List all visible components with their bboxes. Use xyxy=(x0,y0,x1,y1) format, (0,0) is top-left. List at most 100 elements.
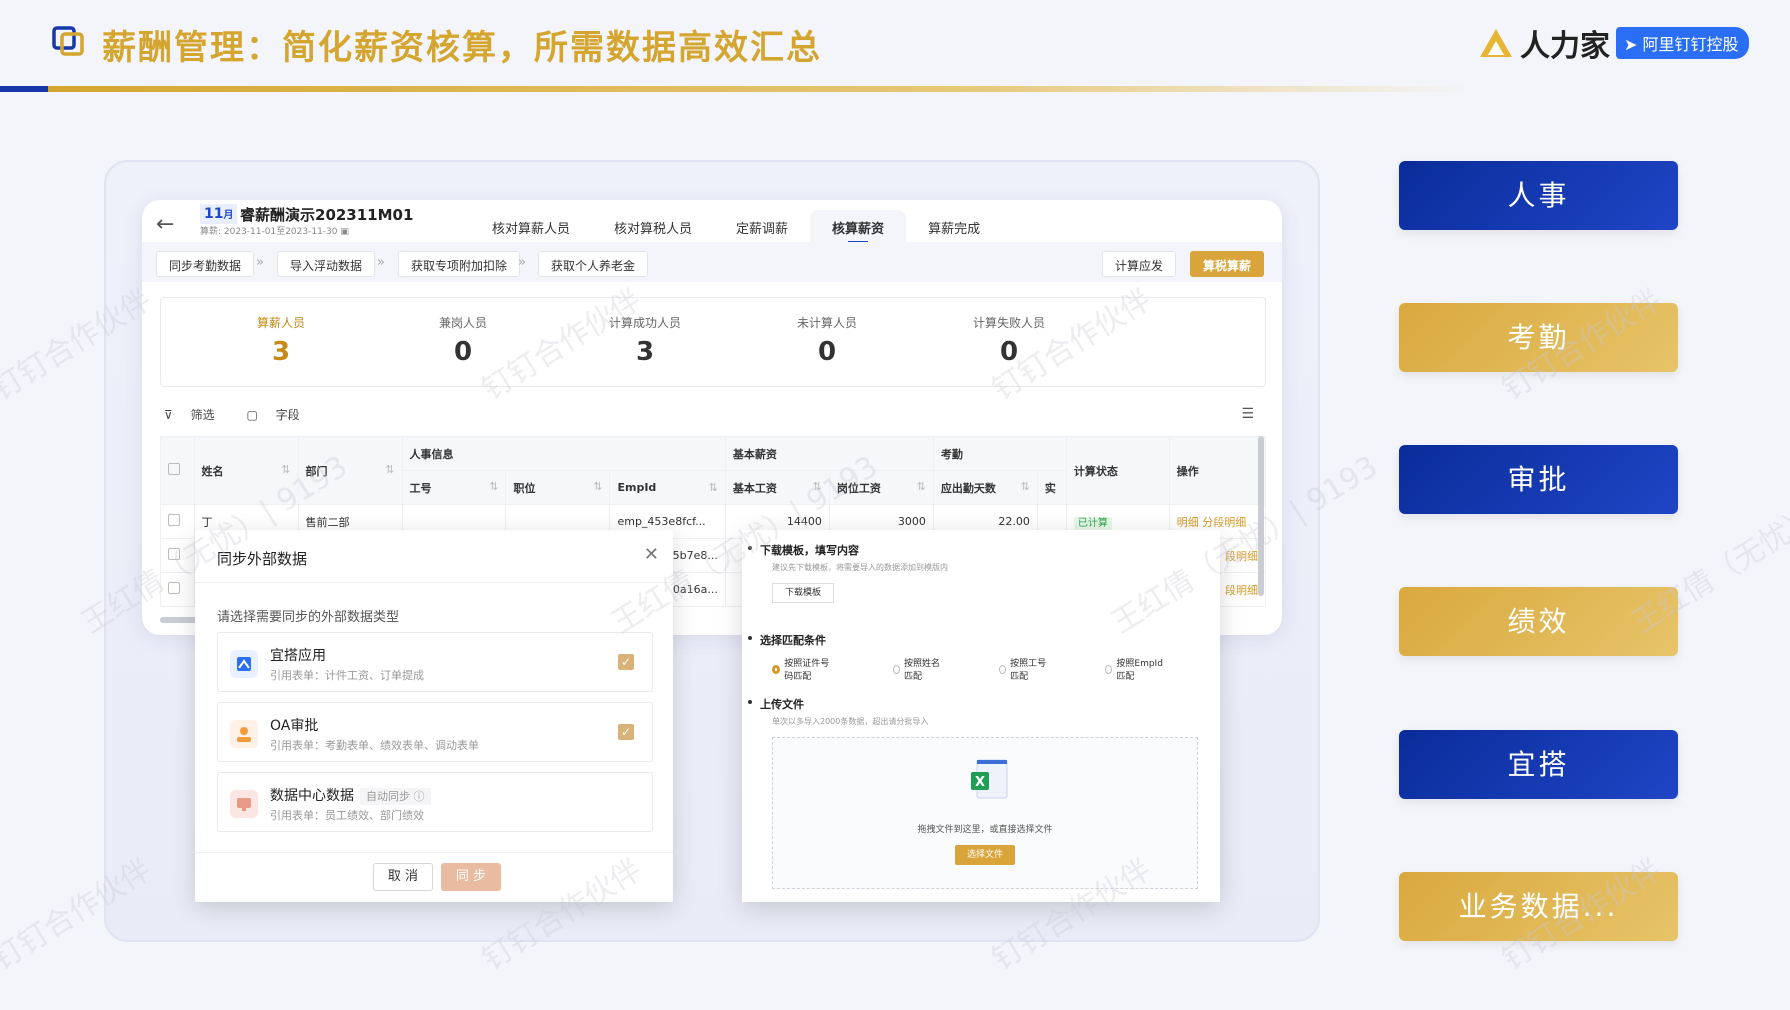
sort-icon[interactable]: ⇅ xyxy=(281,463,290,476)
col-emp-no-label: 工号 xyxy=(409,481,432,495)
radio-empid[interactable]: 按照EmpId匹配 xyxy=(1105,656,1192,682)
col-base-pay[interactable]: 基本工资 ⇅ xyxy=(724,470,830,505)
col-position-label: 职位 xyxy=(513,481,536,495)
back-arrow-icon[interactable]: ← xyxy=(156,212,174,237)
get-deductions-button[interactable]: 获取专项附加扣除 xyxy=(398,251,521,277)
payroll-title: 睿薪酬演示202311M01 xyxy=(240,206,414,224)
fields-button[interactable]: ▢ 字段 xyxy=(246,408,313,422)
sort-icon[interactable]: ⇅ xyxy=(1021,480,1030,493)
tab-verify-payroll-staff[interactable]: 核对算薪人员 xyxy=(470,210,592,245)
stat-payroll-staff[interactable]: 算薪人员 3 xyxy=(221,314,341,367)
stat-value: 0 xyxy=(999,337,1019,367)
step-download-desc: 建议先下载模板，将需要导入的数据添加到模版内 xyxy=(772,563,948,572)
option-data-center[interactable]: 数据中心数据 自动同步 ⓘ 引用表单：员工绩效、部门绩效 xyxy=(217,772,653,832)
filter-bar: ⊽ 筛选 ▢ 字段 xyxy=(164,406,328,423)
radio-label: 按照EmpId匹配 xyxy=(1116,659,1163,682)
option-checkbox[interactable]: ✓ xyxy=(618,654,634,670)
col-dept-label: 部门 xyxy=(305,464,328,478)
stat-value: 3 xyxy=(271,337,291,367)
nav-performance[interactable]: 绩效 xyxy=(1399,587,1678,656)
col-base-pay-label: 基本工资 xyxy=(732,481,777,495)
sync-button[interactable]: 同 步 xyxy=(441,863,501,891)
nav-yida[interactable]: 宜搭 xyxy=(1399,730,1678,799)
radio-label: 按照工号匹配 xyxy=(1010,659,1047,682)
calc-tax-salary-button[interactable]: 算税算薪 xyxy=(1190,251,1265,277)
tab-payroll-complete[interactable]: 算薪完成 xyxy=(906,210,1002,245)
option-checkbox[interactable]: ✓ xyxy=(618,724,634,740)
col-status: 计算状态 xyxy=(1065,436,1170,505)
close-icon[interactable]: ✕ xyxy=(644,544,659,565)
sort-icon[interactable]: ⇅ xyxy=(709,481,718,494)
col-empid[interactable]: EmpId ⇅ xyxy=(609,470,726,505)
data-center-icon xyxy=(230,790,258,818)
sort-icon[interactable]: ⇅ xyxy=(385,463,394,476)
vertical-scrollbar[interactable] xyxy=(1258,436,1264,596)
col-post-pay[interactable]: 岗位工资 ⇅ xyxy=(828,470,934,505)
row-checkbox[interactable] xyxy=(168,514,180,526)
calendar-icon[interactable]: ▣ xyxy=(340,227,349,237)
header-divider xyxy=(0,86,1470,92)
info-icon[interactable]: ⓘ xyxy=(414,790,425,803)
row-select-cell xyxy=(160,504,195,539)
group-attendance: 考勤 xyxy=(932,436,1067,471)
stat-failed-staff[interactable]: 计算失败人员 0 xyxy=(949,314,1069,367)
file-drop-zone[interactable]: X 拖拽文件到这里，或直接选择文件 选择文件 xyxy=(772,737,1198,889)
option-oa-approval[interactable]: OA审批 引用表单：考勤表单、绩效表单、调动表单 ✓ xyxy=(217,702,653,762)
select-all-checkbox[interactable] xyxy=(168,463,180,475)
tab-salary-adjust[interactable]: 定薪调薪 xyxy=(714,210,810,245)
step-tabs: 核对算薪人员 核对算税人员 定薪调薪 核算薪资 算薪完成 xyxy=(470,210,1002,245)
row-checkbox[interactable] xyxy=(168,582,180,594)
tab-calculate-salary[interactable]: 核算薪资 xyxy=(810,210,907,245)
segment-detail-link[interactable]: 分段明细 xyxy=(1202,516,1246,529)
radio-id-number[interactable]: 按照证件号码匹配 xyxy=(772,656,865,682)
brand-logo: 人力家 ➤ 阿里钉钉控股 xyxy=(1478,26,1749,64)
import-floating-button[interactable]: 导入浮动数据 xyxy=(277,251,376,277)
radio-dot xyxy=(772,664,781,674)
col-emp-no[interactable]: 工号 ⇅ xyxy=(401,470,507,505)
nav-business-data[interactable]: 业务数据... xyxy=(1399,872,1678,941)
download-template-button[interactable]: 下载模板 xyxy=(772,583,834,603)
radio-emp-no[interactable]: 按照工号匹配 xyxy=(999,656,1077,682)
detail-link[interactable]: 明细 xyxy=(1177,516,1199,529)
title-logo-icon xyxy=(52,26,84,56)
nav-hr[interactable]: 人事 xyxy=(1399,161,1678,230)
table-header-row: 姓名 ⇅ 部门 ⇅ 人事信息 基本薪资 考勤 计算状态 操作 xyxy=(160,436,1267,505)
tab-verify-tax-staff[interactable]: 核对算税人员 xyxy=(592,210,714,245)
sort-icon[interactable]: ⇅ xyxy=(917,480,926,493)
segment-detail-link[interactable]: 段明细 xyxy=(1225,550,1258,563)
sort-icon[interactable]: ⇅ xyxy=(593,480,602,493)
filter-label: 筛选 xyxy=(190,408,215,422)
sort-icon[interactable]: ⇅ xyxy=(813,480,822,493)
col-dept[interactable]: 部门 ⇅ xyxy=(297,436,403,505)
choose-file-button[interactable]: 选择文件 xyxy=(955,845,1015,865)
group-base-salary: 基本薪资 xyxy=(724,436,934,471)
stat-label: 算薪人员 xyxy=(256,316,305,330)
radio-dot xyxy=(892,664,900,674)
get-pension-button[interactable]: 获取个人养老金 xyxy=(538,251,649,277)
col-empid-label: EmpId xyxy=(617,481,657,494)
stat-success-staff[interactable]: 计算成功人员 3 xyxy=(585,314,705,367)
sync-attendance-button[interactable]: 同步考勤数据 xyxy=(156,251,255,277)
sort-icon[interactable]: ⇅ xyxy=(489,480,498,493)
option-yida-app[interactable]: 宜搭应用 引用表单：计件工资、订单提成 ✓ xyxy=(217,632,653,692)
cancel-button[interactable]: 取 消 xyxy=(373,863,433,891)
option-name: OA审批 xyxy=(270,718,319,734)
oa-approval-icon xyxy=(230,720,258,748)
radio-name[interactable]: 按照姓名匹配 xyxy=(892,656,971,682)
import-upload-dialog: 下载模板，填写内容 建议先下载模板，将需要导入的数据添加到模版内 下载模板 选择… xyxy=(742,530,1220,902)
stat-uncalculated-staff[interactable]: 未计算人员 0 xyxy=(767,314,887,367)
calc-payable-button[interactable]: 计算应发 xyxy=(1102,251,1177,277)
nav-approval[interactable]: 审批 xyxy=(1399,445,1678,514)
payroll-period-text: 算薪: 2023-11-01至2023-11-30 xyxy=(200,227,338,237)
col-position[interactable]: 职位 ⇅ xyxy=(505,470,611,505)
segment-detail-link[interactable]: 段明细 xyxy=(1225,584,1258,597)
col-work-days[interactable]: 应出勤天数 ⇅ xyxy=(932,470,1038,505)
radio-label: 按照证件号码匹配 xyxy=(784,659,830,682)
row-checkbox[interactable] xyxy=(168,548,180,560)
nav-attendance[interactable]: 考勤 xyxy=(1399,303,1678,372)
list-view-icon[interactable]: ☰ xyxy=(1241,406,1254,422)
filter-button[interactable]: ⊽ 筛选 xyxy=(164,408,229,422)
col-name[interactable]: 姓名 ⇅ xyxy=(193,436,299,505)
select-all-cell xyxy=(160,436,195,505)
stat-concurrent-staff[interactable]: 兼岗人员 0 xyxy=(403,314,523,367)
